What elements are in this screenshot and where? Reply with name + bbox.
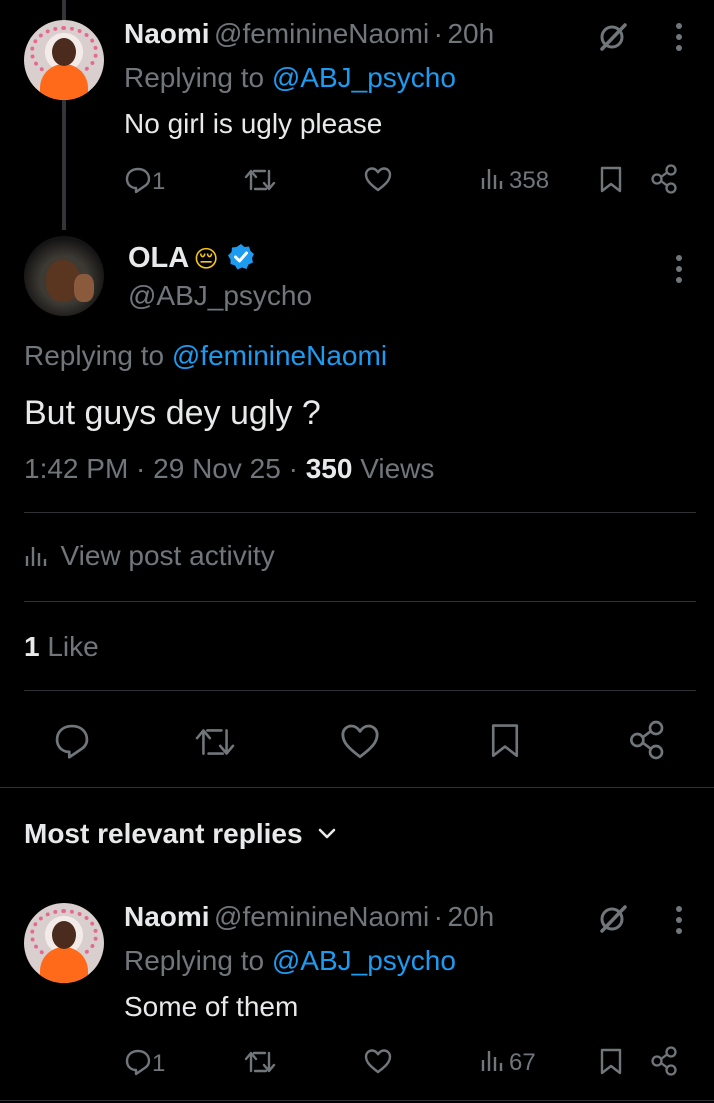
avatar[interactable] — [24, 236, 104, 316]
reply-count: 1 — [152, 168, 166, 195]
grok-icon[interactable] — [598, 904, 628, 934]
view-activity-label: View post activity — [60, 540, 275, 571]
reply-sort-label: Most relevant replies — [24, 818, 303, 849]
replying-prefix: Replying to — [24, 340, 165, 371]
post-time[interactable]: 20h — [447, 18, 494, 49]
views-count: 350 — [305, 453, 353, 484]
view-activity-button[interactable]: View post activity — [24, 540, 275, 572]
author-name[interactable]: Naomi — [124, 18, 210, 49]
separator: · — [433, 901, 443, 932]
author-handle[interactable]: @feminineNaomi — [214, 901, 429, 932]
analytics-icon — [25, 547, 47, 566]
avatar[interactable] — [24, 903, 104, 983]
separator: · — [433, 18, 443, 49]
views-count: 67 — [509, 1049, 536, 1076]
more-icon[interactable] — [674, 254, 684, 284]
like-icon[interactable] — [364, 1048, 392, 1074]
replying-to-link[interactable]: @ABJ_psycho — [272, 945, 456, 976]
chevron-down-icon — [318, 828, 336, 839]
views-icon[interactable] — [480, 1048, 504, 1072]
views-label: Views — [360, 453, 435, 484]
grok-icon[interactable] — [598, 22, 628, 52]
post-text: Some of them — [124, 991, 299, 1022]
reply-sort-dropdown[interactable]: Most relevant replies — [24, 818, 337, 850]
like-icon[interactable] — [364, 166, 392, 192]
replying-prefix: Replying to — [124, 62, 265, 93]
views-count: 358 — [509, 167, 550, 194]
share-icon[interactable] — [650, 1046, 680, 1076]
divider — [24, 690, 696, 691]
likes-count: 1 — [24, 631, 40, 662]
post-time[interactable]: 20h — [447, 901, 494, 932]
post-text: No girl is ugly please — [124, 108, 383, 139]
author-name[interactable]: OLA — [128, 242, 189, 274]
share-icon[interactable] — [650, 164, 680, 194]
repost-icon[interactable] — [244, 166, 276, 194]
repost-icon[interactable] — [244, 1048, 276, 1076]
reply-icon[interactable] — [124, 1048, 152, 1076]
reply-count: 1 — [152, 1050, 166, 1077]
bookmark-icon[interactable] — [488, 720, 522, 760]
author-handle[interactable]: @feminineNaomi — [214, 18, 429, 49]
post-text: But guys dey ugly ? — [24, 394, 321, 432]
emoji: 😔 — [193, 246, 219, 273]
reply-icon[interactable] — [52, 722, 92, 760]
repost-icon[interactable] — [192, 724, 238, 760]
bookmark-icon[interactable] — [598, 165, 624, 193]
share-icon[interactable] — [628, 720, 668, 760]
author-handle[interactable]: @ABJ_psycho — [128, 280, 312, 312]
more-icon[interactable] — [674, 905, 684, 935]
divider — [24, 512, 696, 513]
more-icon[interactable] — [674, 22, 684, 52]
divider — [24, 601, 696, 602]
replying-to-link[interactable]: @ABJ_psycho — [272, 62, 456, 93]
author-name[interactable]: Naomi — [124, 901, 210, 932]
likes-stat[interactable]: 1 Like — [24, 631, 99, 663]
post-timestamp[interactable]: 1:42 PM · 29 Nov 25 · — [24, 453, 298, 484]
divider — [0, 787, 714, 788]
avatar[interactable] — [24, 20, 104, 100]
reply-icon[interactable] — [124, 166, 152, 194]
divider — [0, 1100, 714, 1101]
verified-badge-icon[interactable] — [227, 243, 255, 271]
likes-label: Like — [47, 631, 99, 662]
bookmark-icon[interactable] — [598, 1047, 624, 1075]
views-icon[interactable] — [480, 166, 504, 190]
replying-prefix: Replying to — [124, 945, 265, 976]
like-icon[interactable] — [340, 722, 380, 760]
replying-to-link[interactable]: @feminineNaomi — [172, 340, 387, 371]
